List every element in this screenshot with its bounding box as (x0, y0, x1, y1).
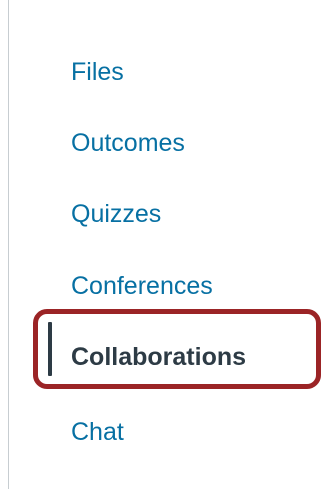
nav-item-files[interactable]: Files (71, 57, 124, 87)
nav-item-quizzes[interactable]: Quizzes (71, 199, 161, 229)
course-navigation: Files Outcomes Quizzes Conferences Colla… (0, 0, 330, 489)
nav-item-conferences[interactable]: Conferences (71, 271, 213, 301)
nav-item-chat[interactable]: Chat (71, 417, 124, 447)
nav-item-collaborations[interactable]: Collaborations (71, 342, 246, 372)
active-item-indicator (48, 322, 52, 376)
nav-item-outcomes[interactable]: Outcomes (71, 128, 185, 158)
course-navigation-panel: Files Outcomes Quizzes Conferences Colla… (0, 0, 330, 489)
